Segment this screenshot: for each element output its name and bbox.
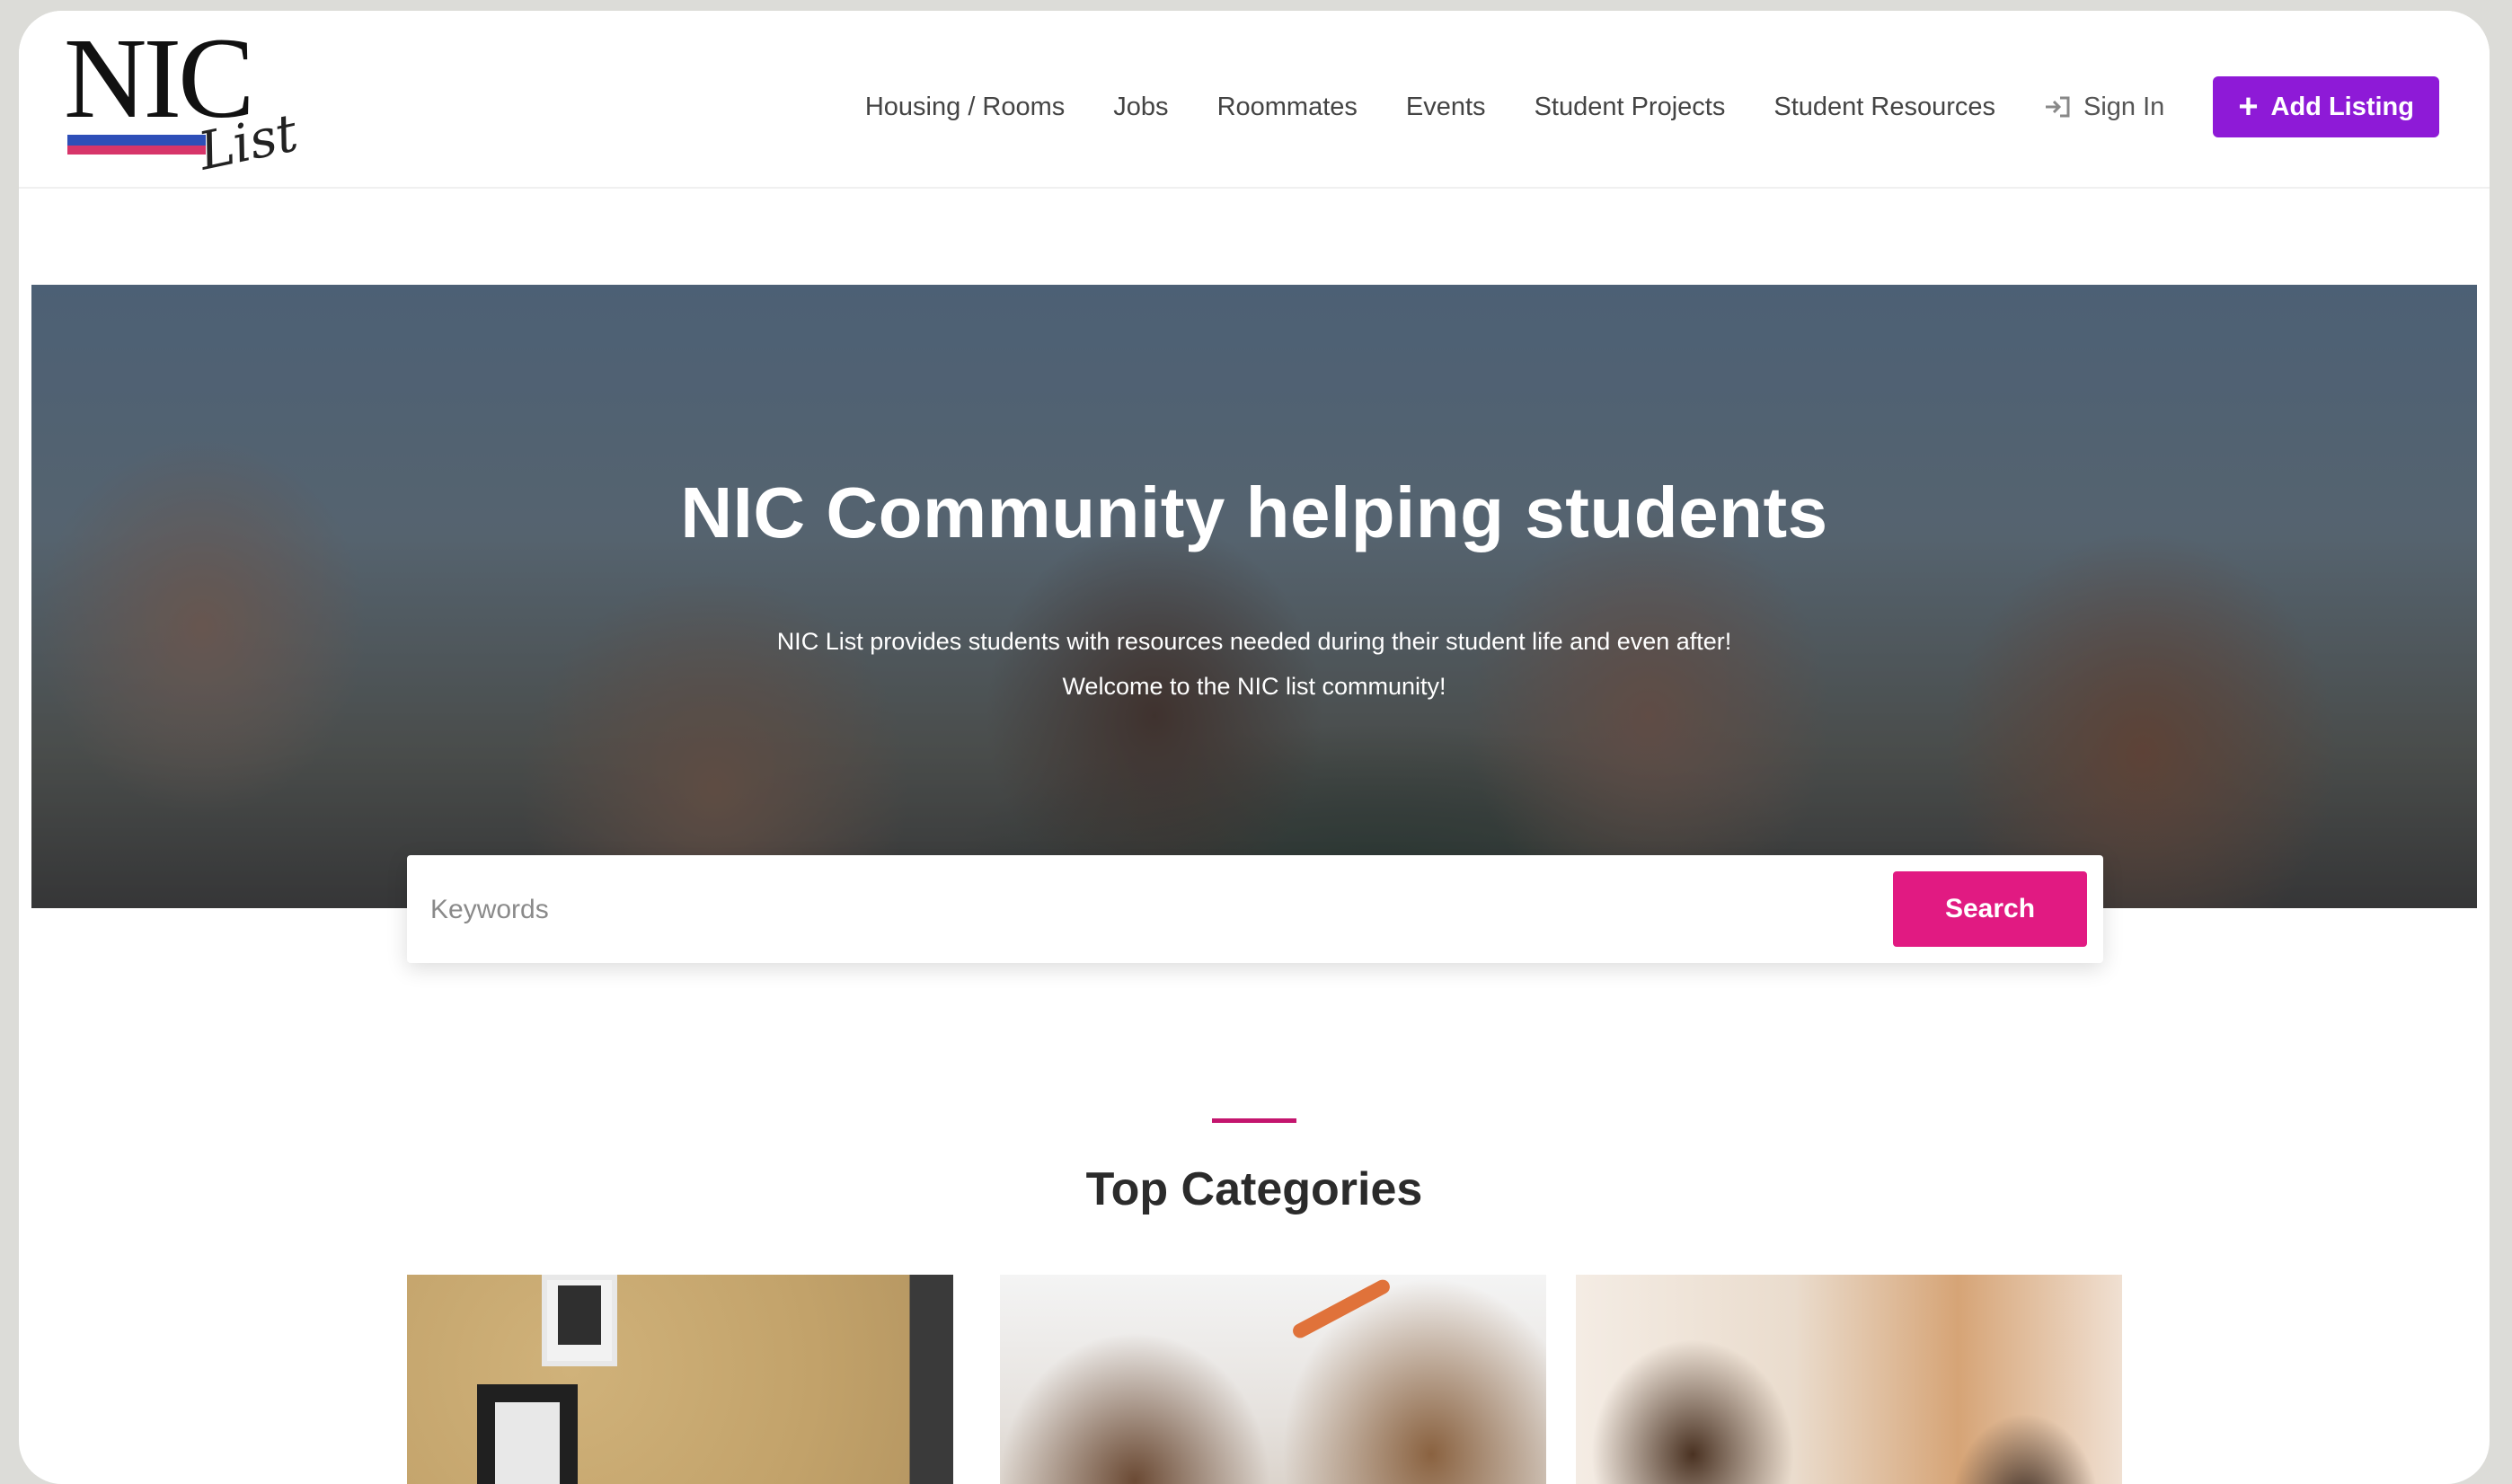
plus-icon: +	[2238, 88, 2259, 126]
sign-in-link[interactable]: Sign In	[2044, 93, 2164, 122]
hero-title: NIC Community helping students	[680, 473, 1828, 552]
nav-jobs[interactable]: Jobs	[1113, 93, 1168, 122]
category-card-housing[interactable]	[407, 1275, 953, 1484]
logo-underline-red	[67, 146, 206, 155]
nav-student-resources[interactable]: Student Resources	[1773, 93, 1995, 122]
search-bar: Search	[407, 855, 2103, 963]
hero-banner: NIC Community helping students NIC List …	[31, 285, 2477, 908]
hero-subtitle-line-2: Welcome to the NIC list community!	[1062, 673, 1446, 700]
card-image-pencil	[1290, 1276, 1393, 1341]
search-button[interactable]: Search	[1893, 871, 2087, 947]
card-image-frame	[542, 1275, 617, 1366]
sign-in-icon	[2046, 96, 2070, 118]
add-listing-label: Add Listing	[2270, 92, 2414, 121]
sign-in-label: Sign In	[2083, 92, 2165, 121]
hero-subtitle-line-1: NIC List provides students with resource…	[776, 628, 1732, 655]
category-card-students[interactable]	[1000, 1275, 1546, 1484]
site-logo[interactable]: NIC List	[64, 14, 306, 182]
top-categories-heading: Top Categories	[1085, 1163, 1423, 1215]
nav-events[interactable]: Events	[1406, 93, 1486, 122]
site-header: NIC List Housing / Rooms Jobs Roommates …	[19, 11, 2490, 189]
nav-roommates[interactable]: Roommates	[1217, 93, 1358, 122]
hero-subtitle: NIC List provides students with resource…	[31, 619, 2477, 709]
logo-underline-blue	[67, 135, 206, 146]
main-nav: Housing / Rooms Jobs Roommates Events St…	[865, 66, 2439, 147]
add-listing-button[interactable]: + Add Listing	[2213, 76, 2439, 137]
category-card-people[interactable]	[1576, 1275, 2122, 1484]
card-image-frame	[477, 1384, 578, 1484]
search-input[interactable]	[429, 873, 1870, 947]
section-divider	[1212, 1118, 1296, 1123]
logo-wordmark: NIC	[64, 14, 254, 142]
browser-window: NIC List Housing / Rooms Jobs Roommates …	[19, 11, 2490, 1484]
nav-student-projects[interactable]: Student Projects	[1535, 93, 1726, 122]
hero-overlay	[31, 285, 2477, 908]
nav-housing-rooms[interactable]: Housing / Rooms	[865, 93, 1065, 122]
